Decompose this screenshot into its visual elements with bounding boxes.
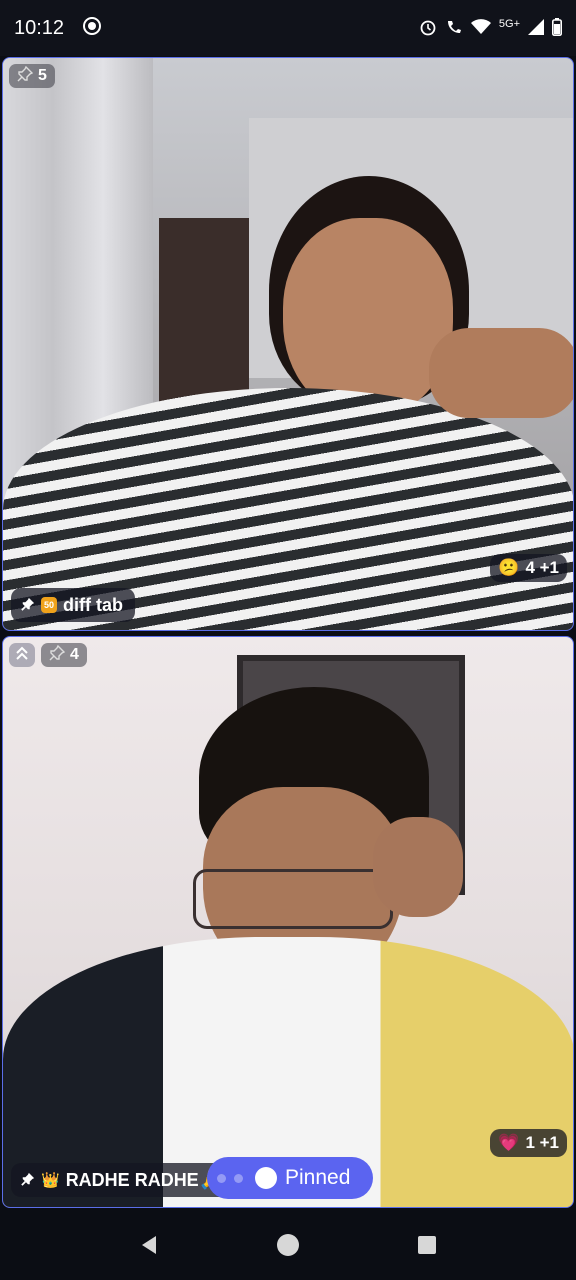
recents-square-icon [417,1235,437,1260]
page-dot [234,1173,243,1183]
reaction-count: 4 +1 [525,558,559,577]
reaction-count: 1 +1 [525,1133,559,1152]
reaction-pill[interactable]: 💗 1 +1 [490,1129,567,1157]
record-icon [82,16,102,41]
pin-count-badge[interactable]: 4 [41,643,87,667]
crown-badge-icon: 👑 [41,1172,60,1189]
alarm-icon [419,18,437,39]
reaction-pill[interactable]: 😕 4 +1 [490,554,567,582]
person-hand [373,817,463,917]
back-triangle-icon [138,1234,160,1261]
battery-icon [552,17,562,39]
participant-name-pill[interactable]: 50 diff tab [11,588,135,622]
wifi-call-icon [445,18,463,39]
glasses [193,869,393,929]
network-type: 5G+ [498,18,520,30]
toggle-knob [255,1167,277,1189]
pin-icon [21,595,35,616]
participant-name: RADHE RADHE🙏 [65,1169,222,1190]
page-dot [217,1173,226,1183]
pin-icon [21,1170,35,1191]
system-nav-bar [0,1215,576,1280]
pin-icon [17,65,34,87]
pinned-label: Pinned [285,1166,351,1189]
pin-icon [49,644,66,666]
heart-reaction-icon: 💗 [498,1133,520,1152]
reaction-emoji-icon: 😕 [498,558,520,577]
home-button[interactable] [268,1228,308,1268]
collapse-button[interactable] [9,643,35,667]
status-bar: 10:12 5G+ [0,0,576,56]
person-hand [429,328,573,418]
video-tile-participant-1[interactable]: 5 50 diff tab 😕 4 +1 [2,57,574,631]
participant-name: diff tab [63,594,123,615]
pin-count: 5 [38,67,47,84]
wifi-icon [470,18,491,38]
pinned-toggle[interactable]: Pinned [207,1157,373,1199]
back-button[interactable] [129,1228,169,1268]
home-circle-icon [276,1233,300,1262]
pin-count: 4 [70,646,79,663]
video-tile-participant-2[interactable]: 4 👑 RADHE RADHE🙏 💗 1 +1 [2,636,574,1208]
participant-name-pill[interactable]: 👑 RADHE RADHE🙏 [11,1163,234,1197]
recents-button[interactable] [407,1228,447,1268]
double-chevron-up-icon [14,645,30,666]
level-badge-icon: 50 [41,597,57,613]
status-time: 10:12 [14,16,65,39]
signal-icon [528,18,544,38]
pin-count-badge[interactable]: 5 [9,64,55,88]
